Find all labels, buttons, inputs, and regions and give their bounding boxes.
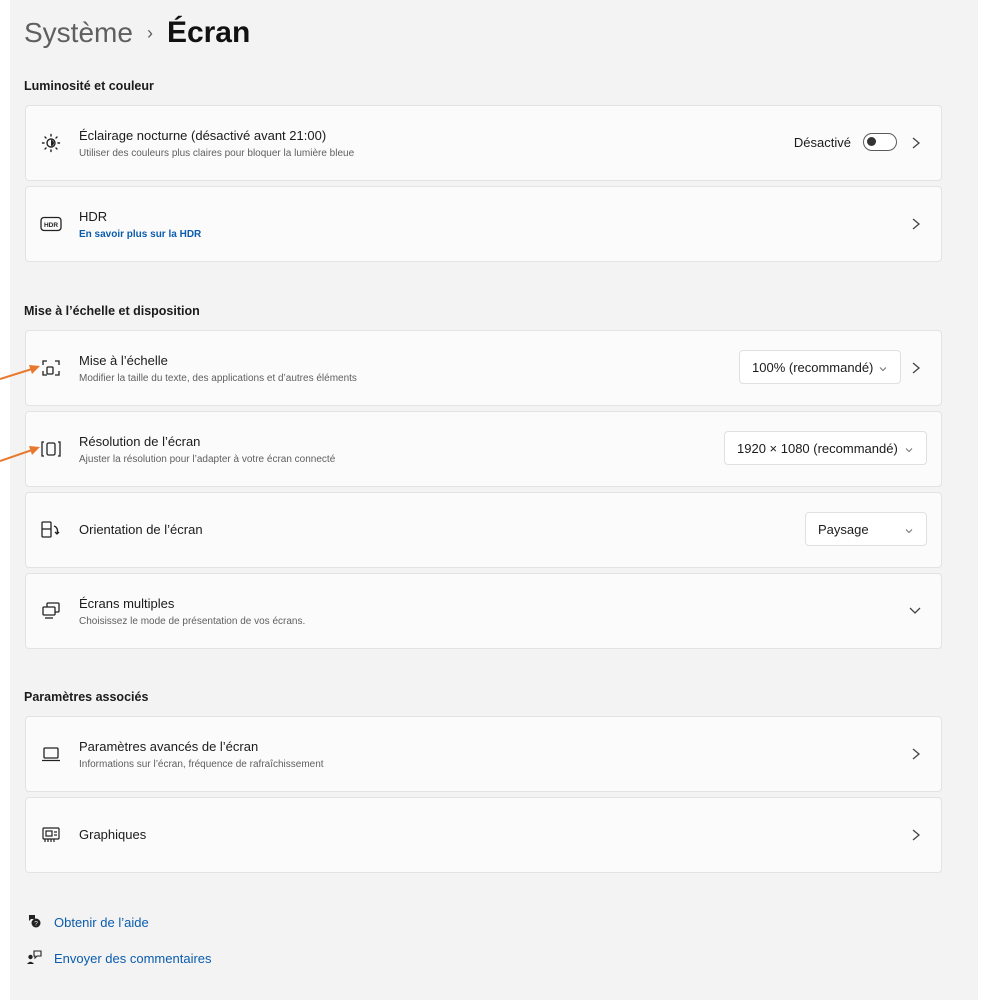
feedback-icon — [26, 949, 42, 968]
advanced-display-subtitle: Informations sur l’écran, fréquence de r… — [79, 759, 324, 770]
chevron-down-icon — [878, 362, 888, 372]
chevron-down-icon[interactable] — [907, 604, 923, 618]
orientation-dropdown-value: Paysage — [818, 521, 869, 537]
chevron-right-icon[interactable] — [909, 134, 923, 152]
graphics-title: Graphiques — [79, 827, 147, 842]
chevron-right-icon[interactable] — [909, 215, 923, 233]
get-help-label: Obtenir de l’aide — [54, 915, 149, 930]
multiple-displays-title: Écrans multiples — [79, 596, 175, 611]
orientation-card[interactable]: Orientation de l’écran Paysage — [25, 492, 942, 568]
chevron-right-icon[interactable] — [909, 745, 923, 763]
send-feedback-label: Envoyer des commentaires — [54, 951, 212, 966]
chevron-right-icon[interactable] — [909, 359, 923, 377]
breadcrumb-separator: › — [146, 22, 153, 43]
night-light-toggle[interactable] — [863, 133, 897, 151]
scale-card[interactable]: Mise à l’échelle Modifier la taille du t… — [25, 330, 942, 406]
scale-dropdown-value: 100% (recommandé) — [752, 359, 874, 375]
orientation-dropdown[interactable]: Paysage — [805, 512, 927, 546]
scale-title: Mise à l’échelle — [79, 353, 168, 368]
chevron-right-icon[interactable] — [909, 826, 923, 844]
orientation-title: Orientation de l’écran — [79, 522, 203, 537]
hdr-learn-more-link[interactable]: En savoir plus sur la HDR — [79, 229, 201, 240]
hdr-card[interactable]: HDR HDR En savoir plus sur la HDR — [25, 186, 942, 262]
brightness-icon — [40, 132, 62, 154]
advanced-display-card[interactable]: Paramètres avancés de l’écran Informatio… — [25, 716, 942, 792]
multiple-displays-icon — [40, 600, 62, 622]
svg-text:?: ? — [34, 921, 38, 928]
section-title-scaling: Mise à l’échelle et disposition — [24, 304, 200, 318]
send-feedback-link[interactable]: Envoyer des commentaires — [26, 949, 212, 968]
multiple-displays-subtitle: Choisissez le mode de présentation de vo… — [79, 616, 306, 627]
left-margin — [0, 0, 10, 1000]
page-title: Écran — [166, 16, 251, 49]
resolution-dropdown-value: 1920 × 1080 (recommandé) — [737, 440, 898, 456]
advanced-display-title: Paramètres avancés de l’écran — [79, 739, 259, 754]
resolution-card[interactable]: Résolution de l’écran Ajuster la résolut… — [25, 411, 942, 487]
night-light-subtitle: Utiliser des couleurs plus claires pour … — [79, 148, 355, 159]
multiple-displays-card[interactable]: Écrans multiples Choisissez le mode de p… — [25, 573, 942, 649]
toggle-knob — [867, 137, 876, 146]
breadcrumb-parent[interactable]: Système — [24, 17, 133, 49]
hdr-icon: HDR — [40, 213, 62, 235]
chevron-down-icon — [904, 443, 914, 453]
night-light-toggle-label: Désactivé — [793, 134, 851, 150]
night-light-title: Éclairage nocturne (désactivé avant 21:0… — [79, 128, 327, 143]
resolution-subtitle: Ajuster la résolution pour l’adapter à v… — [79, 454, 336, 465]
right-margin — [978, 0, 984, 1000]
graphics-card[interactable]: Graphiques — [25, 797, 942, 873]
section-title-related: Paramètres associés — [24, 690, 149, 704]
breadcrumb: Système › Écran — [24, 16, 250, 50]
get-help-link[interactable]: ? Obtenir de l’aide — [26, 913, 149, 932]
resolution-dropdown[interactable]: 1920 × 1080 (recommandé) — [724, 431, 927, 465]
scale-subtitle: Modifier la taille du texte, des applica… — [79, 373, 357, 384]
laptop-icon — [40, 743, 62, 765]
graphics-card-icon — [40, 824, 62, 846]
hdr-title: HDR — [79, 209, 108, 224]
annotation-arrow-resolution — [0, 446, 40, 462]
night-light-card[interactable]: Éclairage nocturne (désactivé avant 21:0… — [25, 105, 942, 181]
scale-dropdown[interactable]: 100% (recommandé) — [739, 350, 901, 384]
help-icon: ? — [26, 913, 42, 932]
resolution-title: Résolution de l’écran — [79, 434, 201, 449]
chevron-down-icon — [904, 524, 914, 534]
section-title-brightness: Luminosité et couleur — [24, 79, 154, 93]
annotation-arrow-scale — [0, 365, 40, 380]
svg-text:HDR: HDR — [44, 222, 58, 229]
orientation-icon — [40, 519, 62, 541]
